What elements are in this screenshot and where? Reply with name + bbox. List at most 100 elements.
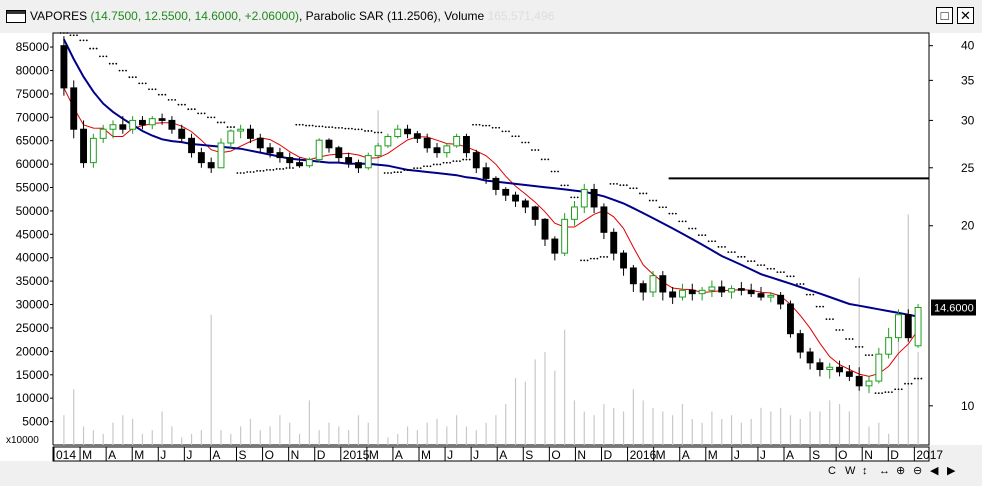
window-icon: [6, 10, 26, 23]
sar-dot: [377, 131, 379, 134]
sar-dot: [550, 170, 553, 173]
sar-dot: [279, 168, 281, 170]
candle-down: [178, 128, 186, 139]
candle-down: [404, 128, 411, 135]
sar-dot: [897, 388, 900, 391]
right-axis-label: 40: [961, 39, 975, 53]
sar-dot: [727, 251, 730, 253]
sar-dot: [756, 264, 759, 267]
sar-dot: [265, 169, 268, 171]
sar-dot: [773, 267, 775, 270]
sar-dot: [321, 125, 324, 128]
candle-up: [875, 353, 883, 382]
sar-dot: [141, 82, 144, 85]
vertical-zoom-icon[interactable]: ↕: [862, 465, 868, 477]
sar-dot: [203, 112, 206, 115]
right-axis-label: 25: [961, 161, 975, 175]
sar-dot: [769, 267, 772, 270]
price-chart[interactable]: 8500080000750007000065000600005500050000…: [0, 29, 982, 481]
candle-up: [728, 288, 735, 293]
sar-dot: [917, 377, 919, 380]
candle-up: [453, 135, 461, 147]
plot-background: [52, 32, 930, 446]
sar-dot: [881, 392, 883, 395]
sar-dot: [819, 305, 821, 308]
maximize-button[interactable]: □: [936, 7, 953, 24]
candle-down: [188, 137, 195, 154]
sar-dot: [498, 126, 501, 129]
candle-up: [865, 380, 873, 387]
x-axis-label: A: [108, 448, 116, 462]
sar-dot: [128, 76, 131, 79]
candle-up: [767, 294, 775, 298]
x-axis-label: M: [82, 448, 92, 462]
sar-dot: [527, 141, 530, 144]
sar-dot: [537, 149, 540, 151]
sar-dot: [684, 220, 687, 223]
left-axis-label: 30000: [16, 298, 50, 312]
sar-dot: [799, 283, 802, 285]
candle-down: [816, 362, 824, 371]
x-axis-label: 014: [56, 448, 76, 462]
sar-dot: [697, 234, 700, 237]
chart-area[interactable]: 85000 80000 75000 70000 65000 60000 55000 50000…: [0, 29, 982, 481]
sar-dot: [167, 98, 170, 101]
zoom-out-icon[interactable]: ⊖: [913, 465, 922, 477]
zoom-in-icon[interactable]: ⊕: [896, 465, 905, 477]
sar-dot: [301, 123, 304, 126]
sar-dot: [459, 160, 461, 163]
period-week-button[interactable]: W: [845, 465, 856, 477]
sar-dot: [547, 158, 550, 161]
sar-dot: [763, 264, 766, 267]
sar-dot: [468, 158, 471, 161]
horizontal-zoom-icon[interactable]: ↔: [879, 465, 890, 477]
sar-dot: [236, 172, 239, 174]
close-button[interactable]: ✕: [957, 7, 974, 24]
x-axis-label: D: [317, 448, 326, 462]
sar-dot: [72, 34, 75, 37]
x-axis-label: J: [734, 448, 740, 462]
candle-up: [129, 119, 137, 130]
sar-dot: [472, 123, 474, 126]
x-axis-label: J: [473, 448, 479, 462]
sar-dot: [560, 184, 563, 187]
sar-dot: [589, 257, 592, 260]
candle-down: [531, 206, 539, 220]
left-axis-label: 10000: [16, 391, 50, 405]
sar-dot: [488, 124, 491, 127]
candle-up: [571, 206, 578, 220]
candle-down: [787, 303, 794, 335]
sar-dot: [305, 124, 307, 127]
candle-down: [620, 252, 627, 269]
candle-down: [777, 294, 785, 305]
sar-dot: [861, 346, 864, 348]
x-axis-label: O: [551, 448, 560, 462]
sar-dot: [871, 354, 874, 357]
sar-dot: [177, 103, 180, 106]
scroll-right-icon[interactable]: ▶: [947, 465, 956, 477]
period-compress-button[interactable]: C: [828, 465, 836, 477]
sar-dot: [910, 382, 913, 385]
candle-down: [463, 135, 470, 154]
candle-up: [227, 130, 235, 144]
candle-down: [512, 194, 519, 202]
sar-dot: [383, 172, 386, 174]
sar-dot: [292, 167, 294, 169]
x-axis-label: 2016: [630, 448, 657, 462]
sar-dot: [675, 212, 677, 215]
sar-dot: [511, 135, 514, 138]
sar-dot: [544, 158, 546, 161]
sar-dot: [452, 160, 455, 163]
candle-up: [698, 289, 706, 295]
sar-dot: [337, 126, 340, 129]
right-axis-panel: [929, 33, 982, 445]
sar-dot: [838, 329, 841, 331]
x-axis-label: D: [890, 448, 899, 462]
candle-down: [413, 133, 421, 139]
sar-dot: [619, 184, 622, 187]
scroll-left-icon[interactable]: ◀: [930, 465, 939, 477]
sar-dot: [786, 275, 789, 278]
x-axis-label: 2015: [343, 448, 370, 462]
sar-dot: [259, 170, 262, 172]
sar-dot: [393, 171, 396, 174]
